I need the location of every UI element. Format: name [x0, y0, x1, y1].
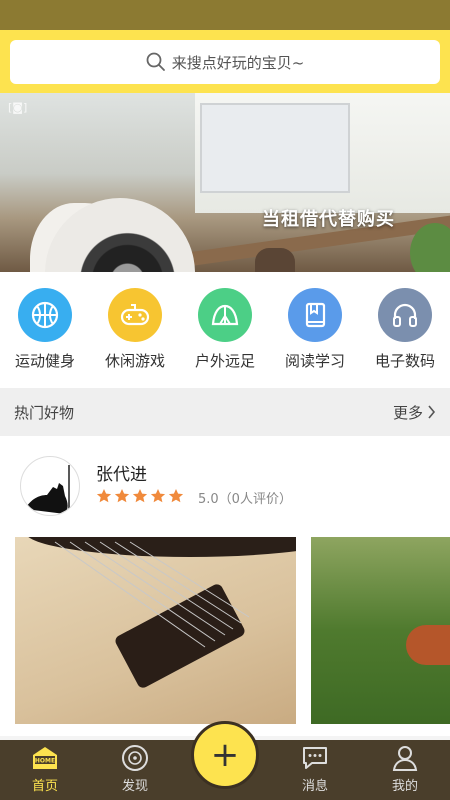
plus-icon: +: [210, 735, 240, 775]
category-sports[interactable]: 运动健身: [0, 272, 90, 388]
banner-monitor: [200, 103, 350, 193]
guitar-strings: [54, 541, 250, 648]
home-badge-text: HOME: [35, 758, 55, 765]
search-icon: [146, 52, 165, 71]
tab-home[interactable]: HOME 首页: [0, 740, 90, 800]
more-label: 更多: [392, 403, 423, 422]
rating-stars: [96, 488, 184, 504]
category-games[interactable]: 休闲游戏: [90, 272, 180, 388]
section-title: 热门好物: [14, 403, 75, 422]
star-icon: [150, 489, 166, 503]
ad-icon: [◙]: [8, 101, 28, 114]
category-electronics[interactable]: 电子数码: [360, 272, 450, 388]
search-input[interactable]: 来搜点好玩的宝贝~: [10, 40, 440, 84]
product-photo-lawn[interactable]: [311, 537, 450, 724]
banner-figure: [255, 248, 295, 272]
star-icon: [114, 489, 130, 503]
category-label: 户外远足: [194, 352, 255, 370]
tab-label: 消息: [301, 779, 328, 794]
star-icon: [96, 489, 112, 503]
star-icon: [168, 489, 184, 503]
guitar-case: [406, 625, 450, 665]
book-icon: [288, 288, 342, 342]
category-label: 电子数码: [374, 352, 435, 370]
discover-icon: [121, 743, 149, 773]
section-header: 热门好物 更多: [0, 388, 450, 436]
star-icon: [132, 489, 148, 503]
basketball-icon: [18, 288, 72, 342]
tab-discover[interactable]: 发现: [90, 740, 180, 800]
category-label: 休闲游戏: [104, 352, 165, 370]
chevron-right-icon: [428, 405, 436, 419]
category-reading[interactable]: 阅读学习: [270, 272, 360, 388]
category-label: 阅读学习: [284, 352, 345, 370]
product-card[interactable]: 张代进 5.0（0人评价）: [0, 436, 450, 736]
tab-label: 发现: [121, 779, 148, 794]
search-bar: 来搜点好玩的宝贝~: [0, 30, 450, 93]
category-label: 运动健身: [14, 352, 75, 370]
banner-caption: 当租借代替购买: [262, 209, 395, 230]
category-row: 运动健身 休闲游戏 户外远足 阅读学习 电子数码: [0, 272, 450, 388]
gamepad-icon: [108, 288, 162, 342]
user-name: 张代进: [96, 465, 147, 485]
rating-text: 5.0（0人评价）: [198, 492, 292, 507]
more-link[interactable]: 更多: [393, 402, 436, 423]
headphones-icon: [378, 288, 432, 342]
message-icon: [301, 743, 329, 773]
promo-banner[interactable]: [◙] 当租借代替购买: [0, 93, 450, 272]
product-photo-guitar[interactable]: [15, 537, 296, 724]
tab-profile[interactable]: 我的: [360, 740, 450, 800]
home-icon: HOME: [30, 743, 60, 773]
category-outdoor[interactable]: 户外远足: [180, 272, 270, 388]
user-icon: [392, 743, 418, 773]
tab-label: 我的: [391, 779, 418, 794]
tent-icon: [198, 288, 252, 342]
tab-messages[interactable]: 消息: [270, 740, 360, 800]
status-bar: [0, 0, 450, 30]
publish-button[interactable]: +: [191, 721, 259, 789]
avatar[interactable]: [20, 456, 80, 516]
tab-label: 首页: [31, 779, 58, 794]
search-placeholder: 来搜点好玩的宝贝~: [171, 53, 305, 72]
